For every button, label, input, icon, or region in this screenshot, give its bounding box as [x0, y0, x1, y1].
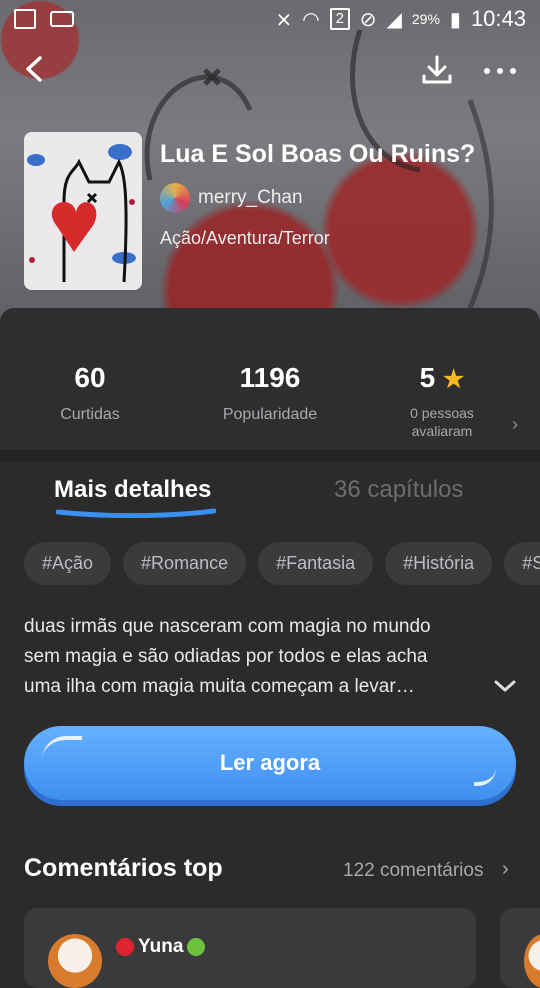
comments-heading: Comentários top [24, 854, 223, 882]
likes-stat: 60 Curtidas [50, 362, 130, 424]
likes-count: 60 [74, 362, 106, 393]
popularity-count: 1196 [239, 362, 301, 393]
chevron-down-icon[interactable] [492, 676, 518, 696]
back-arrow-icon[interactable] [20, 52, 50, 86]
author[interactable]: merry_Chan [160, 183, 303, 213]
commenter-name[interactable]: Yuna [116, 936, 206, 958]
comments-count[interactable]: 122 comentários [343, 860, 483, 882]
tag-chip[interactable]: #Fantasia [258, 542, 374, 585]
read-now-button[interactable]: Ler agora [24, 726, 516, 800]
book-title: Lua E Sol Boas Ou Ruins? [160, 140, 476, 168]
wifi-icon: ◠ [302, 8, 320, 31]
divider [0, 450, 540, 462]
clock: 10:43 [470, 6, 526, 31]
tag-chip[interactable]: #História [385, 542, 493, 585]
star-icon: ★ [442, 366, 465, 393]
voicemail-icon [50, 11, 74, 27]
battery-percent: 29% [411, 11, 440, 27]
commenter-avatar[interactable] [48, 934, 102, 988]
sim-icon: 2 [329, 8, 350, 30]
popularity-label: Popularidade [222, 406, 318, 423]
tag-chip[interactable]: #S [504, 542, 540, 585]
likes-label: Curtidas [60, 406, 120, 423]
green-apple-icon [187, 938, 206, 956]
rating-value: 5 [419, 362, 436, 393]
tag-list: #Ação #Romance #Fantasia #História #S [24, 542, 540, 585]
download-icon[interactable] [420, 54, 454, 86]
battery-icon: ▮ [449, 8, 461, 31]
red-apple-icon [116, 938, 134, 956]
rating-label: 0 pessoas avaliaram [410, 405, 474, 439]
mute-icon: ⨯ [275, 8, 293, 31]
book-genre: Ação/Aventura/Terror [160, 228, 330, 248]
tag-chip[interactable]: #Ação [24, 542, 112, 585]
author-name[interactable]: merry_Chan [198, 187, 303, 209]
tab-details[interactable]: Mais detalhes [54, 476, 211, 504]
tag-chip[interactable]: #Romance [123, 542, 247, 585]
rating-stat[interactable]: 5 ★ 0 pessoas avaliaram [392, 362, 492, 440]
tab-active-indicator [56, 508, 216, 518]
chevron-right-icon[interactable]: › [512, 414, 518, 435]
dnd-icon: ⊘ [359, 8, 377, 31]
status-bar: ⨯ ◠ 2 ⊘ ◢ 29% ▮ 10:43 [0, 0, 540, 38]
book-cover [24, 132, 142, 290]
book-description: duas irmãs que nasceram com magia no mun… [24, 616, 431, 697]
signal-icon: ◢ [386, 8, 402, 31]
more-options-icon[interactable] [480, 58, 520, 84]
chevron-right-icon[interactable]: › [502, 858, 509, 881]
gallery-icon [14, 9, 36, 29]
author-avatar[interactable] [160, 183, 190, 213]
tab-chapters[interactable]: 36 capítulos [334, 476, 463, 504]
popularity-stat: 1196 Popularidade [210, 362, 330, 424]
